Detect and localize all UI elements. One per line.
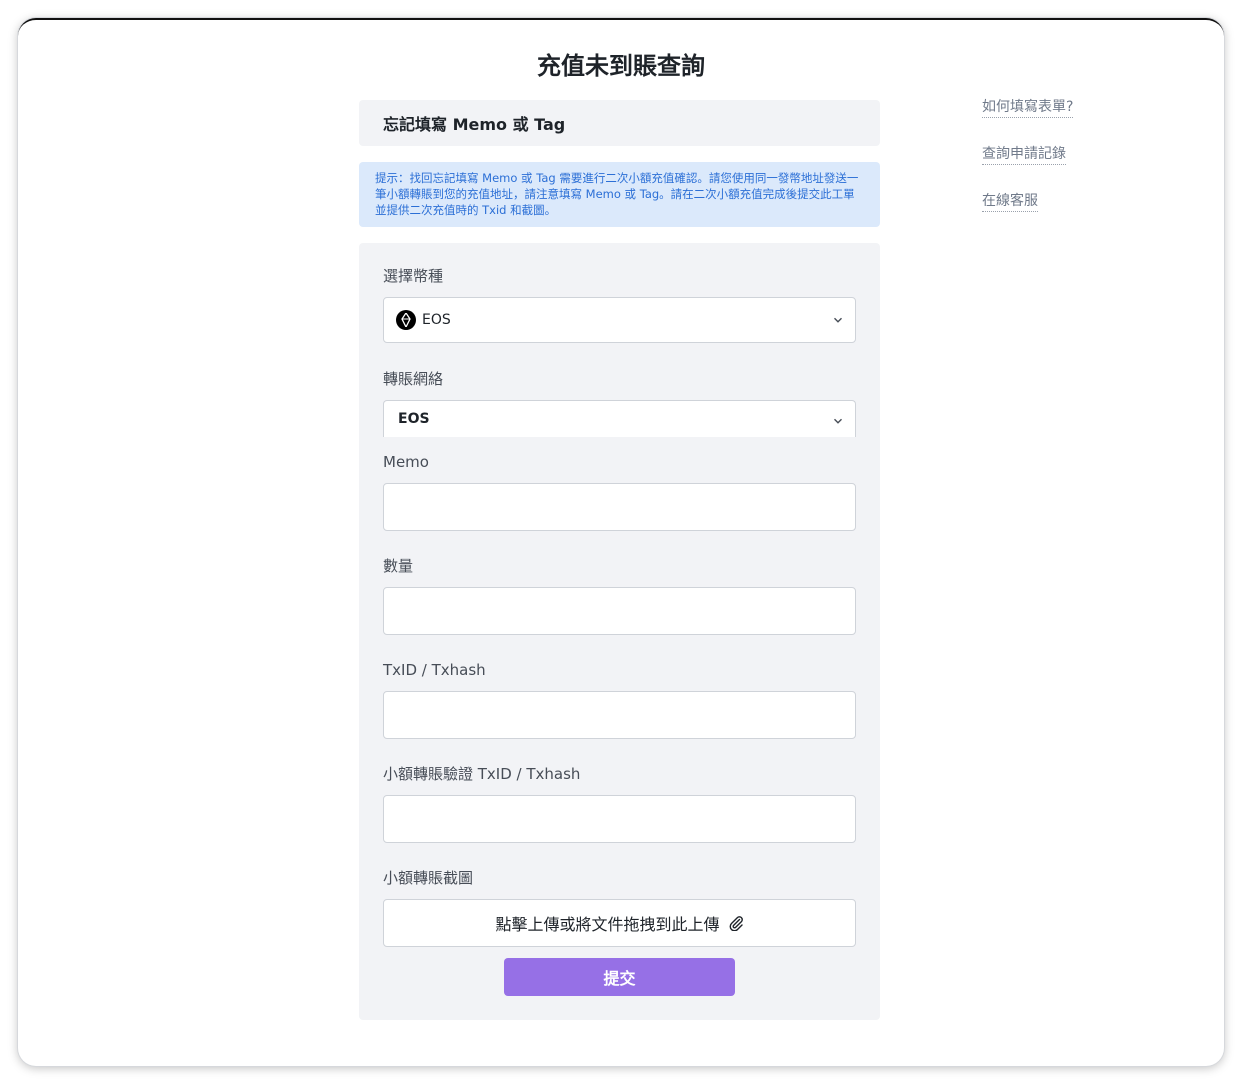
coin-select[interactable]: EOS — [383, 297, 856, 343]
network-select-value: EOS — [398, 411, 430, 427]
txid-label: TxID / Txhash — [383, 661, 486, 679]
eos-coin-icon — [396, 310, 416, 330]
paperclip-icon — [729, 916, 743, 931]
memo-input[interactable] — [383, 483, 856, 531]
coin-label: 選擇幣種 — [383, 267, 444, 285]
verify-txid-input[interactable] — [383, 795, 856, 843]
section-header: 忘記填寫 Memo 或 Tag — [359, 100, 880, 146]
page-title: 充值未到賬查詢 — [537, 52, 705, 80]
amount-input[interactable] — [383, 587, 856, 635]
upload-text: 點擊上傳或將文件拖拽到此上傳 — [495, 915, 720, 934]
side-link-online-support[interactable]: 在線客服 — [982, 192, 1038, 212]
coin-select-value: EOS — [422, 312, 451, 328]
side-links: 如何填寫表單? 查詢申請記錄 在線客服 — [982, 98, 1074, 239]
upload-dropzone[interactable]: 點擊上傳或將文件拖拽到此上傳 — [383, 899, 856, 947]
notice-banner: 提示：找回忘記填寫 Memo 或 Tag 需要進行二次小額充值確認。請您使用同一… — [359, 162, 880, 227]
chevron-down-icon — [834, 418, 842, 424]
network-select[interactable]: EOS — [383, 400, 856, 437]
form-card: 選擇幣種 EOS 轉賬網絡 EOS Memo 數量 TxID / Txhash … — [359, 243, 880, 1020]
submit-button[interactable]: 提交 — [504, 958, 735, 996]
chevron-down-icon — [834, 317, 842, 323]
browser-window: 充值未到賬查詢 忘記填寫 Memo 或 Tag 提示：找回忘記填寫 Memo 或… — [18, 18, 1224, 1066]
txid-input[interactable] — [383, 691, 856, 739]
verify-txid-label: 小額轉賬驗證 TxID / Txhash — [383, 765, 581, 783]
screenshot-label: 小額轉賬截圖 — [383, 869, 474, 887]
network-label: 轉賬網絡 — [383, 370, 444, 388]
side-link-how-to-fill[interactable]: 如何填寫表單? — [982, 98, 1074, 118]
memo-label: Memo — [383, 453, 429, 471]
side-link-query-records[interactable]: 查詢申請記錄 — [982, 145, 1066, 165]
main-content: 忘記填寫 Memo 或 Tag 提示：找回忘記填寫 Memo 或 Tag 需要進… — [359, 100, 880, 1020]
amount-label: 數量 — [383, 557, 414, 575]
